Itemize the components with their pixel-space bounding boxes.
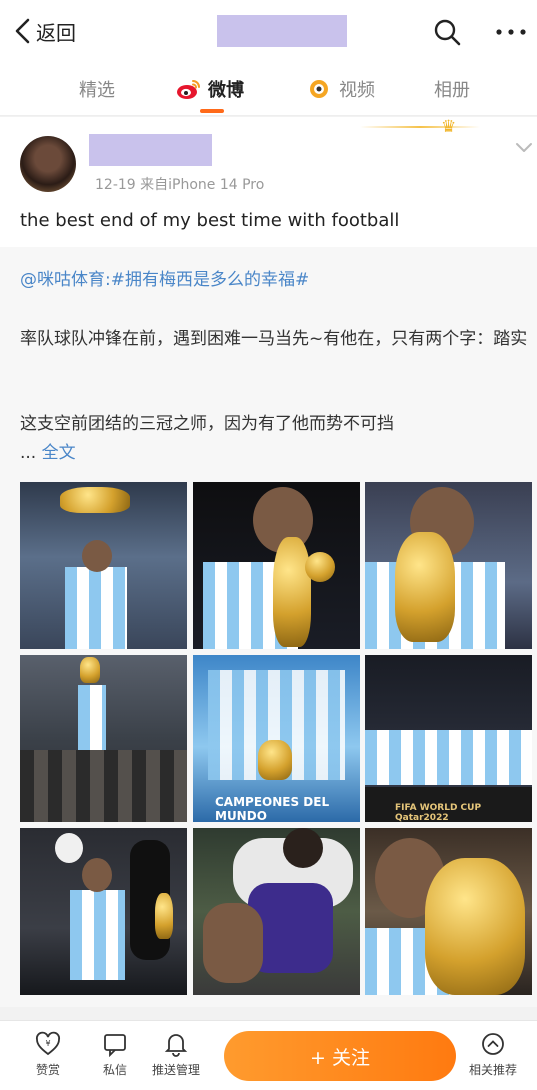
decoration-line [360,126,480,128]
message-icon [104,1034,126,1057]
post-photo[interactable]: FIFA WORLD CUP Qatar2022 [365,655,532,822]
tab-label: 微博 [208,80,244,101]
active-tab-indicator [200,109,224,113]
repost-block[interactable]: @咪咕体育:#拥有梅西是多么的幸福# 率队球队冲锋在前，遇到困难一马当先~有他在… [0,247,537,1007]
bottom-bar: ¥ 赞赏 私信 推送管理 + 关注 相关推荐 [0,1020,537,1090]
tab-label: 相册 [434,80,470,101]
redacted-title [217,15,347,47]
post-photo[interactable] [193,482,360,649]
repost-more-line: ... 全文 [20,438,76,463]
tab-featured[interactable]: 精选 [79,76,115,102]
more-icon[interactable] [494,20,528,44]
chevron-up-circle-icon [482,1033,504,1055]
ellipsis: ... [20,443,42,463]
profile-tabs: 精选 微博 视频 相册 [0,64,537,116]
post-photo[interactable] [365,482,532,649]
post-photo[interactable] [20,655,187,822]
tab-label: 精选 [79,80,115,101]
post-card: ♛ 12-19 来自iPhone 14 Pro the best end of … [0,117,537,1007]
weibo-logo-icon [177,80,200,99]
tab-video[interactable]: 视频 [307,76,375,102]
post-text: the best end of my best time with footba… [20,210,400,231]
post-photo[interactable] [193,828,360,995]
post-meta: 12-19 来自iPhone 14 Pro [95,177,265,193]
follow-button[interactable]: + 关注 [224,1031,456,1081]
post-photo[interactable] [20,828,187,995]
tab-album[interactable]: 相册 [434,76,470,102]
reward-label: 赞赏 [35,1063,60,1077]
message-button[interactable]: 私信 [102,1031,128,1078]
back-button[interactable]: 返回 [12,16,76,46]
search-icon[interactable] [432,17,462,47]
repost-source[interactable]: @咪咕体育:#拥有梅西是多么的幸福# [20,265,309,290]
post-photo[interactable]: CAMPEONES DEL MUNDO [193,655,360,822]
post-photo[interactable] [365,828,532,995]
chevron-down-icon[interactable] [514,141,534,155]
tab-label: 视频 [339,80,375,101]
redacted-username [89,134,212,166]
repost-paragraph-1: 率队球队冲锋在前，遇到困难一马当先~有他在，只有两个字：踏实 [20,329,528,349]
photo-caption: FIFA WORLD CUP Qatar2022 [395,803,482,822]
post-photo[interactable] [20,482,187,649]
message-label: 私信 [102,1063,127,1077]
repost-paragraph-2: 这支空前团结的三冠之师，因为有了他而势不可挡 [20,414,394,434]
reward-button[interactable]: ¥ 赞赏 [35,1031,61,1078]
svg-text:¥: ¥ [45,1039,50,1048]
push-settings-label: 推送管理 [152,1063,201,1077]
related-label: 相关推荐 [469,1063,518,1077]
chevron-left-icon [15,18,30,44]
reward-icon: ¥ [36,1031,60,1056]
back-label: 返回 [36,20,76,45]
video-icon [310,80,328,98]
tab-weibo[interactable]: 微博 [176,76,244,102]
expand-full-text-link[interactable]: 全文 [42,443,76,463]
avatar[interactable] [20,136,76,192]
photo-caption: CAMPEONES DEL MUNDO [215,795,330,822]
top-bar: 返回 [0,0,537,64]
crown-icon: ♛ [441,117,457,137]
bell-icon [164,1034,188,1057]
related-button[interactable]: 相关推荐 [469,1031,517,1078]
push-settings-button[interactable]: 推送管理 [152,1031,200,1078]
